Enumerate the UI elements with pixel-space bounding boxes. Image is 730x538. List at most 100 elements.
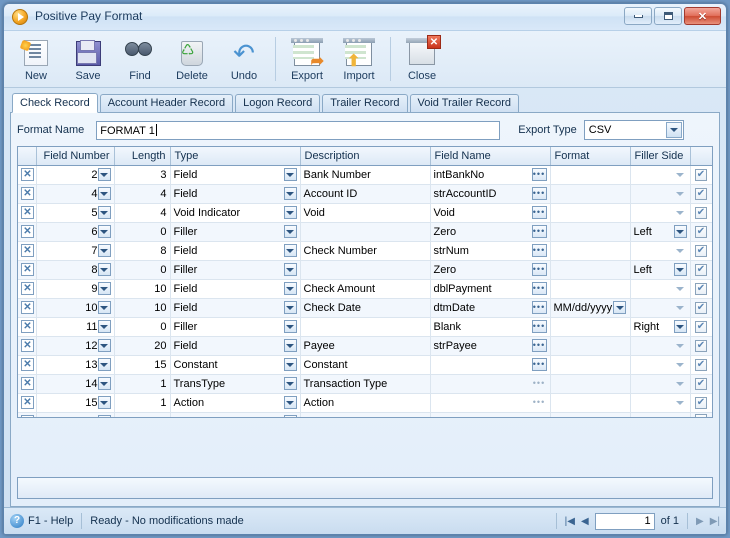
cell-field-number[interactable] — [36, 412, 115, 417]
enabled-checkbox[interactable]: ✔ — [695, 340, 707, 352]
delete-row-icon[interactable]: ✕ — [21, 377, 34, 390]
cell-enabled[interactable]: ✔ — [690, 165, 712, 185]
field-number-dropdown[interactable] — [97, 282, 111, 295]
field-number-dropdown[interactable] — [97, 377, 111, 390]
cell-field-name[interactable]: Blank ••• — [430, 317, 551, 337]
type-dropdown[interactable] — [283, 339, 297, 352]
type-dropdown[interactable] — [283, 358, 297, 371]
row-delete-cell[interactable]: ✕ — [18, 279, 37, 299]
field-grid[interactable]: Field Number Length Type Description Fie… — [17, 146, 713, 418]
cell-length[interactable]: 3 — [114, 165, 171, 185]
enabled-checkbox[interactable]: ✔ — [695, 207, 707, 219]
cell-field-number[interactable]: 12 — [36, 336, 115, 356]
cell-field-name[interactable]: Void ••• — [430, 203, 551, 223]
help-icon[interactable]: ? — [10, 514, 24, 528]
row-delete-cell[interactable]: ✕ — [18, 165, 37, 185]
cell-description[interactable]: Payee — [300, 336, 431, 356]
cell-field-number[interactable]: 4 — [36, 184, 115, 204]
delete-row-icon[interactable]: ✕ — [21, 301, 34, 314]
type-dropdown[interactable] — [283, 301, 297, 314]
table-row[interactable]: ✕ 11 0 Filler Blank ••• Right ✔ — [18, 317, 712, 337]
cell-type[interactable]: Action — [170, 393, 301, 413]
cell-description[interactable] — [300, 317, 431, 337]
cell-filler-side[interactable] — [630, 355, 691, 375]
table-row[interactable]: ✕ 2 3 Field Bank Number intBankNo ••• ✔ — [18, 165, 712, 185]
tab-trailer-record[interactable]: Trailer Record — [322, 94, 408, 112]
type-dropdown[interactable] — [283, 415, 297, 417]
first-page-icon[interactable]: |◀ — [565, 516, 575, 527]
filler-side-dropdown[interactable] — [674, 282, 687, 295]
cell-enabled[interactable]: ✔ — [690, 222, 712, 242]
cell-description[interactable]: Check Amount — [300, 279, 431, 299]
cell-description[interactable]: Constant — [300, 355, 431, 375]
filler-side-dropdown[interactable] — [673, 225, 687, 238]
field-number-dropdown[interactable] — [97, 415, 111, 417]
cell-length[interactable]: 15 — [114, 355, 171, 375]
help-label[interactable]: F1 - Help — [28, 515, 73, 527]
cell-description[interactable]: Check Number — [300, 241, 431, 261]
cell-enabled[interactable] — [690, 412, 712, 417]
page-number-input[interactable]: 1 — [594, 512, 655, 530]
chevron-down-icon[interactable] — [665, 122, 682, 138]
type-dropdown[interactable] — [283, 225, 297, 238]
cell-field-number[interactable]: 15 — [36, 393, 115, 413]
type-dropdown[interactable] — [283, 396, 297, 409]
delete-row-icon[interactable]: ✕ — [21, 282, 34, 295]
cell-filler-side[interactable] — [630, 374, 691, 394]
cell-field-number[interactable]: 7 — [36, 241, 115, 261]
cell-length[interactable]: 4 — [114, 184, 171, 204]
field-number-dropdown[interactable] — [97, 206, 111, 219]
table-row[interactable]: ✕ 4 4 Field Account ID strAccountID ••• ✔ — [18, 184, 712, 204]
delete-row-icon[interactable]: ✕ — [21, 225, 34, 238]
cell-enabled[interactable]: ✔ — [690, 279, 712, 299]
row-delete-cell[interactable]: ✕ — [18, 298, 37, 318]
cell-enabled[interactable]: ✔ — [690, 393, 712, 413]
cell-field-number[interactable]: 11 — [36, 317, 115, 337]
table-row[interactable]: ✕ 15 1 Action Action ••• ✔ — [18, 393, 712, 413]
cell-filler-side[interactable] — [630, 203, 691, 223]
delete-button[interactable]: ♺ Delete — [166, 35, 218, 85]
cell-length[interactable]: 1 — [114, 393, 171, 413]
cell-format[interactable] — [550, 393, 631, 413]
cell-length[interactable]: 0 — [114, 260, 171, 280]
field-name-picker-button[interactable]: ••• — [531, 168, 547, 181]
last-page-icon[interactable]: ▶| — [710, 516, 720, 527]
delete-row-icon[interactable]: ✕ — [21, 320, 34, 333]
col-type[interactable]: Type — [170, 147, 301, 166]
cell-field-number[interactable]: 2 — [36, 165, 115, 185]
filler-side-dropdown[interactable] — [674, 244, 687, 257]
cell-field-name[interactable]: ••• — [430, 393, 551, 413]
tab-void-trailer-record[interactable]: Void Trailer Record — [409, 94, 520, 112]
field-name-picker-button[interactable]: ••• — [531, 263, 547, 276]
col-field-number[interactable]: Field Number — [36, 147, 115, 166]
enabled-checkbox[interactable]: ✔ — [695, 169, 707, 181]
field-number-dropdown[interactable] — [97, 320, 111, 333]
field-number-dropdown[interactable] — [97, 187, 111, 200]
col-filler-side[interactable]: Filler Side — [630, 147, 691, 166]
table-row[interactable]: ✕ 13 15 Constant Constant ••• ✔ — [18, 355, 712, 375]
field-number-dropdown[interactable] — [97, 358, 111, 371]
table-row[interactable]: ✕ 8 0 Filler Zero ••• Left ✔ — [18, 260, 712, 280]
cell-filler-side[interactable] — [630, 412, 691, 417]
filler-side-dropdown[interactable] — [674, 339, 687, 352]
row-delete-cell[interactable]: ✕ — [18, 203, 37, 223]
cell-description[interactable] — [300, 260, 431, 280]
col-description[interactable]: Description — [300, 147, 431, 166]
field-number-dropdown[interactable] — [97, 244, 111, 257]
cell-description[interactable]: Void — [300, 203, 431, 223]
table-row[interactable]: ✕ 9 10 Field Check Amount dblPayment ••• ✔ — [18, 279, 712, 299]
col-format[interactable]: Format — [550, 147, 631, 166]
field-name-picker-button[interactable]: ••• — [531, 206, 547, 219]
row-delete-cell[interactable]: ✕ — [18, 317, 37, 337]
filler-side-dropdown[interactable] — [674, 206, 687, 219]
cell-description[interactable]: Bank Number — [300, 165, 431, 185]
cell-field-name[interactable]: Zero ••• — [430, 222, 551, 242]
cell-filler-side[interactable] — [630, 279, 691, 299]
cell-enabled[interactable]: ✔ — [690, 241, 712, 261]
cell-enabled[interactable]: ✔ — [690, 317, 712, 337]
cell-length[interactable]: 10 — [114, 298, 171, 318]
cell-field-name[interactable]: ••• — [430, 374, 551, 394]
maximize-button[interactable] — [654, 7, 682, 25]
cell-enabled[interactable]: ✔ — [690, 355, 712, 375]
field-number-dropdown[interactable] — [97, 301, 111, 314]
